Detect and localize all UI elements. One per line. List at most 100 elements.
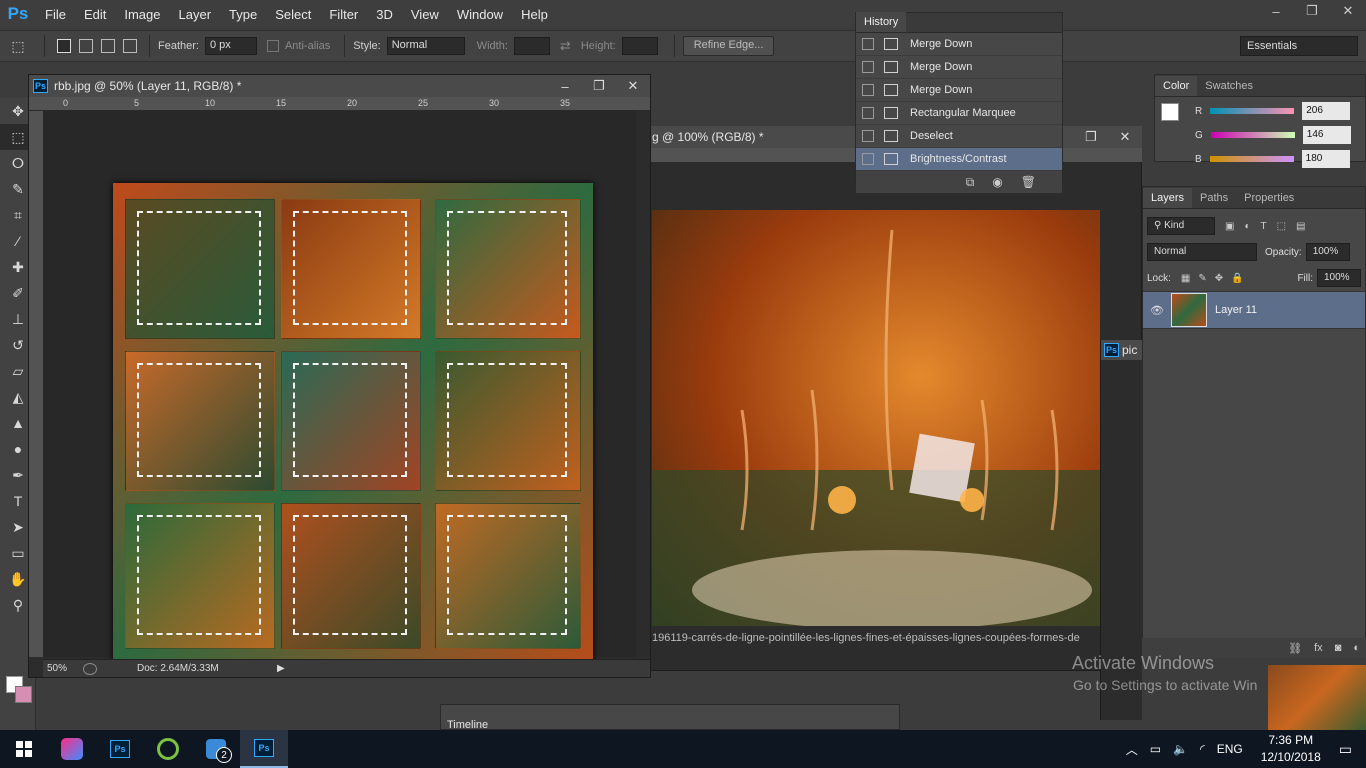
- mask-icon[interactable]: ◙: [1335, 642, 1342, 654]
- history-checkbox[interactable]: [862, 84, 874, 96]
- layer-name[interactable]: Layer 11: [1215, 304, 1257, 316]
- history-checkbox[interactable]: [862, 153, 874, 165]
- swap-icon[interactable]: ⇄: [560, 38, 571, 54]
- workspace-select[interactable]: Essentials: [1240, 36, 1358, 56]
- tab-layers[interactable]: Layers: [1143, 188, 1193, 208]
- status-menu-arrow-icon[interactable]: ▶: [277, 663, 285, 674]
- tab-swatches[interactable]: Swatches: [1197, 76, 1261, 96]
- chevron-up-icon[interactable]: ︿: [1126, 741, 1138, 758]
- minimize-icon[interactable]: ‒: [548, 75, 582, 97]
- red-slider[interactable]: [1210, 108, 1295, 114]
- menu-image[interactable]: Image: [115, 7, 169, 22]
- horizontal-ruler[interactable]: 0 5 10 15 20 25 30 35: [29, 97, 650, 111]
- language-indicator[interactable]: ENG: [1217, 742, 1243, 756]
- banquet-photo[interactable]: [652, 210, 1100, 630]
- history-item[interactable]: Merge Down: [856, 79, 1062, 102]
- instagram-app-icon[interactable]: 2: [192, 730, 240, 768]
- refine-edge-button[interactable]: Refine Edge...: [682, 36, 775, 56]
- volume-icon[interactable]: 🔈: [1173, 742, 1188, 756]
- history-item[interactable]: Merge Down: [856, 56, 1062, 79]
- new-document-from-state-icon[interactable]: ⧉: [966, 175, 975, 190]
- menu-file[interactable]: File: [36, 7, 75, 22]
- collage-artwork[interactable]: [113, 183, 593, 665]
- close-icon[interactable]: ✕: [1330, 0, 1366, 22]
- menu-3d[interactable]: 3D: [367, 7, 402, 22]
- add-selection-icon[interactable]: [79, 39, 93, 53]
- menu-window[interactable]: Window: [448, 7, 512, 22]
- adjustment-icon[interactable]: ◐: [1353, 642, 1360, 654]
- opacity-input[interactable]: 100%: [1305, 243, 1350, 261]
- intersect-selection-icon[interactable]: [123, 39, 137, 53]
- blue-value[interactable]: 180: [1301, 150, 1350, 168]
- tab-properties[interactable]: Properties: [1236, 188, 1302, 208]
- background-color-swatch[interactable]: [15, 686, 32, 703]
- wifi-icon[interactable]: ◜: [1200, 742, 1205, 756]
- restore-icon[interactable]: ❐: [1294, 0, 1330, 22]
- close-icon[interactable]: ✕: [616, 75, 650, 97]
- tab-paths[interactable]: Paths: [1192, 188, 1236, 208]
- history-checkbox[interactable]: [862, 130, 874, 142]
- status-info-icon[interactable]: [83, 662, 97, 675]
- height-input[interactable]: [621, 37, 658, 55]
- width-input[interactable]: [513, 37, 550, 55]
- new-selection-icon[interactable]: [57, 39, 71, 53]
- windows-start-icon[interactable]: [0, 730, 48, 768]
- battery-icon[interactable]: ▭: [1150, 742, 1161, 756]
- canvas-area[interactable]: [43, 111, 636, 665]
- menu-layer[interactable]: Layer: [170, 7, 221, 22]
- menu-edit[interactable]: Edit: [75, 7, 115, 22]
- minimize-icon[interactable]: ‒: [1258, 0, 1294, 22]
- blend-mode-select[interactable]: Normal: [1147, 243, 1257, 261]
- history-checkbox[interactable]: [862, 107, 874, 119]
- vertical-ruler[interactable]: [29, 111, 43, 657]
- green-app-icon[interactable]: [144, 730, 192, 768]
- lock-icons[interactable]: ▦✎✥🔒: [1181, 273, 1252, 284]
- filter-icons[interactable]: ▣◐T⬚▤: [1225, 221, 1316, 232]
- history-checkbox[interactable]: [862, 61, 874, 73]
- eye-icon[interactable]: 👁: [1143, 304, 1171, 317]
- fill-input[interactable]: 100%: [1317, 269, 1361, 287]
- dashed-frame: [137, 363, 261, 477]
- document-title-bar-1[interactable]: Ps rbb.jpg @ 50% (Layer 11, RGB/8) * ‒ ❐…: [29, 75, 650, 97]
- menu-type[interactable]: Type: [220, 7, 266, 22]
- history-item[interactable]: Deselect: [856, 125, 1062, 148]
- history-item[interactable]: Rectangular Marquee: [856, 102, 1062, 125]
- document-title-bar-3[interactable]: Ps pic: [1101, 340, 1142, 360]
- restore-icon[interactable]: ❐: [1074, 126, 1108, 148]
- color-fg-swatch[interactable]: [1161, 103, 1179, 121]
- tab-history[interactable]: History: [856, 12, 907, 32]
- fx-icon[interactable]: fx: [1314, 642, 1323, 654]
- photoshop-active-icon[interactable]: Ps: [240, 730, 288, 768]
- close-icon[interactable]: ✕: [1108, 126, 1142, 148]
- trash-icon[interactable]: 🗑: [1021, 175, 1036, 189]
- history-item[interactable]: Brightness/Contrast: [856, 148, 1062, 171]
- link-icon[interactable]: ⛓: [1288, 642, 1302, 655]
- g-label: G: [1195, 129, 1203, 141]
- menu-select[interactable]: Select: [266, 7, 320, 22]
- subtract-selection-icon[interactable]: [101, 39, 115, 53]
- green-value[interactable]: 146: [1302, 126, 1351, 144]
- clock[interactable]: 7:36 PM 12/10/2018: [1261, 732, 1321, 766]
- layer-filter-select[interactable]: ⚲ Kind: [1147, 217, 1215, 235]
- green-slider[interactable]: [1210, 132, 1295, 138]
- history-item[interactable]: Merge Down: [856, 33, 1062, 56]
- photoshop-app-icon[interactable]: Ps: [96, 730, 144, 768]
- style-select[interactable]: Normal: [386, 37, 465, 55]
- feather-input[interactable]: 0 px: [204, 37, 257, 55]
- antialias-checkbox[interactable]: [266, 40, 279, 52]
- marquee-preset-icon[interactable]: ⬚: [0, 38, 36, 55]
- document-window-1: Ps rbb.jpg @ 50% (Layer 11, RGB/8) * ‒ ❐…: [28, 74, 651, 678]
- menu-filter[interactable]: Filter: [320, 7, 367, 22]
- blue-slider[interactable]: [1209, 156, 1294, 162]
- menu-view[interactable]: View: [402, 7, 448, 22]
- picsart-app-icon[interactable]: [48, 730, 96, 768]
- notification-icon[interactable]: ▭: [1339, 741, 1352, 758]
- menu-help[interactable]: Help: [512, 7, 557, 22]
- tab-color[interactable]: Color: [1155, 76, 1198, 96]
- layer-row[interactable]: 👁 Layer 11: [1143, 291, 1365, 329]
- snapshot-camera-icon[interactable]: ◉: [992, 175, 1002, 189]
- history-checkbox[interactable]: [862, 38, 874, 50]
- red-value[interactable]: 206: [1302, 102, 1351, 120]
- zoom-level[interactable]: 50%: [43, 663, 83, 674]
- restore-icon[interactable]: ❐: [582, 75, 616, 97]
